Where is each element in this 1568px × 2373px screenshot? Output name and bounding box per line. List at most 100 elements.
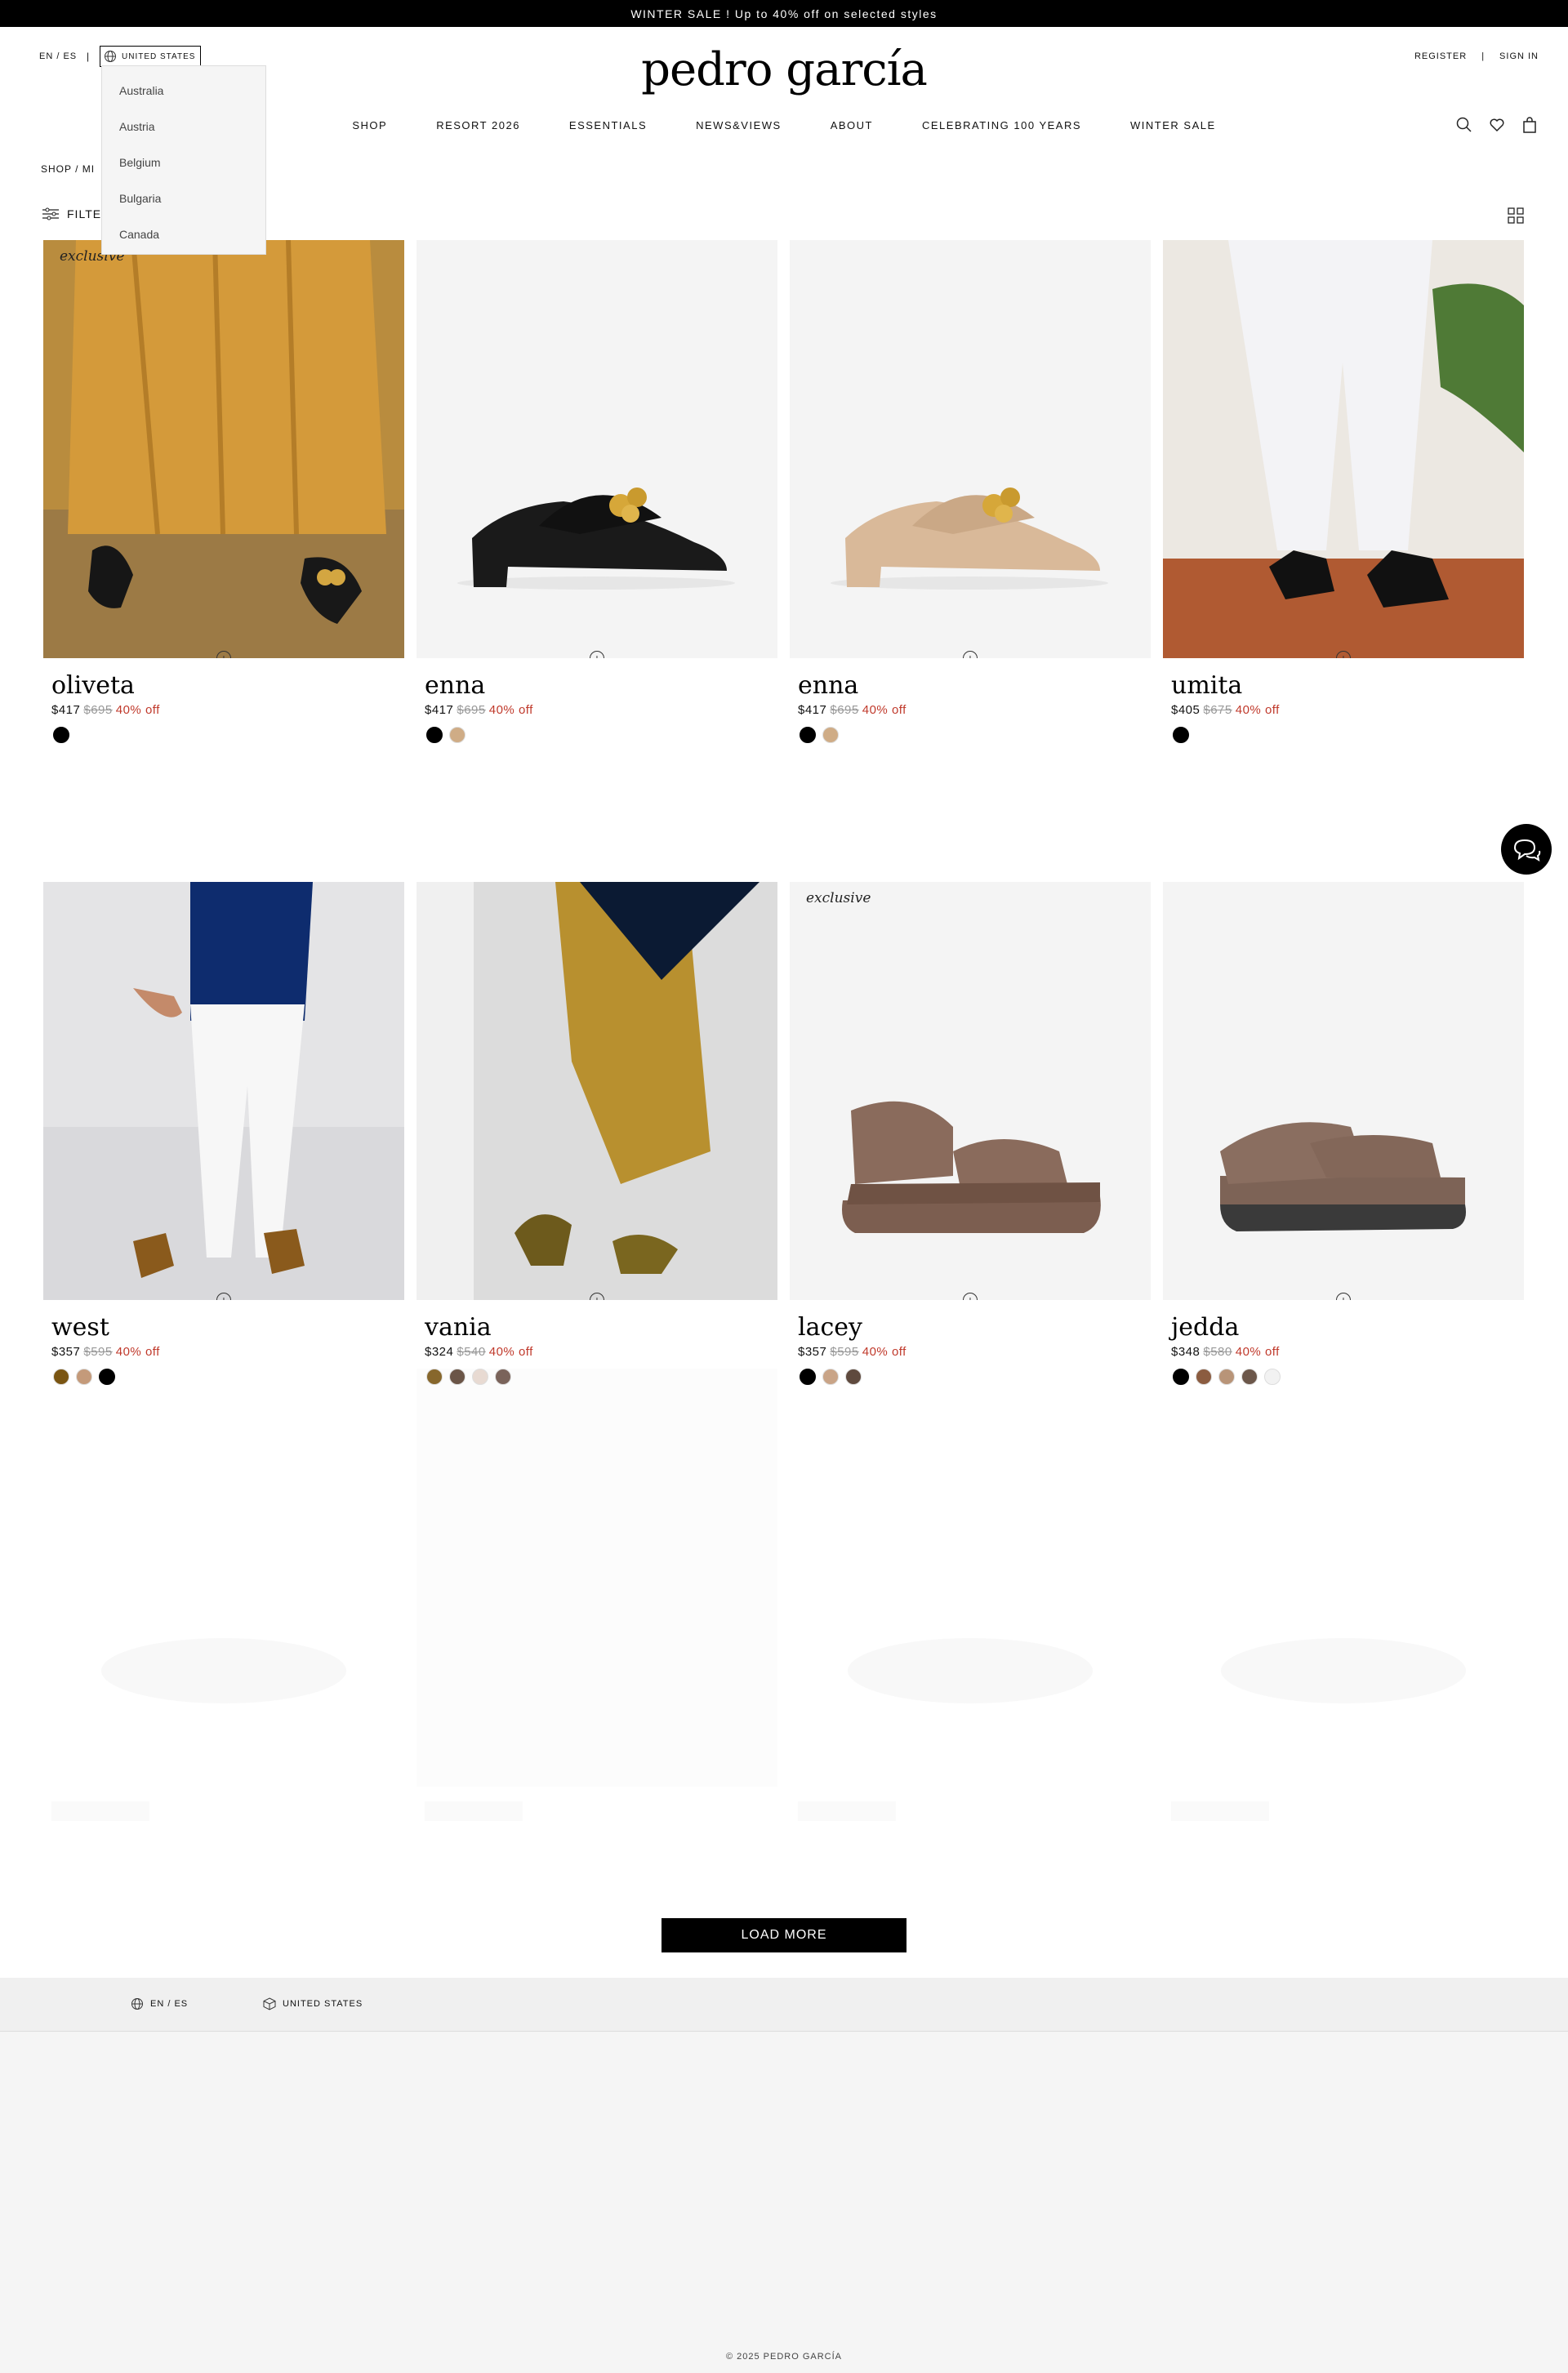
product-name[interactable]: oliveta [51, 671, 404, 700]
country-option[interactable]: Canada [102, 216, 265, 252]
product-image[interactable]: + [416, 240, 777, 658]
original-price: $580 [1203, 1345, 1232, 1359]
product-image[interactable]: + [416, 882, 777, 1300]
color-swatches [53, 727, 404, 743]
product-prices: $417 $695 40% off [51, 703, 404, 717]
color-swatch[interactable] [53, 727, 69, 743]
color-swatch[interactable] [800, 727, 816, 743]
globe-icon [131, 1998, 143, 2010]
grid-view-icon[interactable] [1508, 207, 1524, 224]
product-image[interactable]: + [1163, 240, 1524, 658]
filter-icon [42, 207, 59, 220]
product-card[interactable]: + jedda $348 $580 40% off [1163, 882, 1524, 1385]
nav-item-essentials[interactable]: ESSENTIALS [569, 119, 647, 131]
color-swatches [800, 727, 1151, 743]
register-link[interactable]: REGISTER [1414, 51, 1467, 61]
color-swatch[interactable] [426, 727, 443, 743]
nav-item-shop[interactable]: SHOP [352, 119, 387, 131]
product-prices: $357 $595 40% off [51, 1345, 404, 1359]
sale-price: $417 [798, 703, 827, 717]
color-swatch[interactable] [449, 727, 466, 743]
country-option[interactable]: Austria [102, 109, 265, 145]
product-name[interactable]: enna [798, 671, 1151, 700]
footer-country-selector[interactable]: UNITED STATES [263, 1997, 363, 2010]
country-dropdown: Australia Austria Belgium Bulgaria Canad… [101, 65, 266, 255]
product-prices: $357 $595 40% off [798, 1345, 1151, 1359]
sign-in-link[interactable]: SIGN IN [1499, 51, 1539, 61]
nav-item-resort-2026[interactable]: RESORT 2026 [436, 119, 520, 131]
product-prices: $417 $695 40% off [798, 703, 1151, 717]
filter-button[interactable]: FILTER [42, 207, 110, 220]
original-price: $595 [83, 1345, 113, 1359]
promo-banner[interactable]: WINTER SALE ! Up to 40% off on selected … [0, 0, 1568, 27]
footer-language-switcher[interactable]: EN / ES [131, 1997, 188, 2010]
product-prices: $348 $580 40% off [1171, 1345, 1524, 1359]
discount-label: 40% off [115, 703, 160, 717]
search-icon[interactable] [1455, 116, 1473, 134]
product-image[interactable]: + [1163, 882, 1524, 1300]
product-image[interactable]: exclusive + [790, 882, 1151, 1300]
original-price: $695 [830, 703, 859, 717]
footer-language-label: EN / ES [150, 1999, 189, 2009]
color-swatch[interactable] [822, 727, 839, 743]
country-option[interactable]: Belgium [102, 145, 265, 180]
color-swatches [426, 727, 777, 743]
product-prices: $405 $675 40% off [1171, 703, 1524, 717]
discount-label: 40% off [488, 703, 533, 717]
nav-item-about[interactable]: ABOUT [831, 119, 873, 131]
discount-label: 40% off [862, 703, 906, 717]
original-price: $540 [457, 1345, 486, 1359]
product-name[interactable]: jedda [1171, 1313, 1524, 1342]
sale-price: $417 [425, 703, 454, 717]
original-price: $695 [457, 703, 486, 717]
nav-item-winter-sale[interactable]: WINTER SALE [1130, 119, 1216, 131]
discount-label: 40% off [115, 1345, 160, 1359]
discount-label: 40% off [1235, 1345, 1280, 1359]
nav-item-celebrating-100-years[interactable]: CELEBRATING 100 YEARS [922, 119, 1081, 131]
original-price: $675 [1203, 703, 1232, 717]
country-option[interactable]: Australia [102, 73, 265, 109]
promo-text: WINTER SALE ! Up to 40% off on selected … [630, 7, 938, 20]
bag-icon[interactable] [1521, 116, 1539, 134]
product-image[interactable]: exclusive + [43, 240, 404, 658]
product-name[interactable]: west [51, 1313, 404, 1342]
sale-price: $357 [51, 1345, 81, 1359]
color-swatch[interactable] [1173, 727, 1189, 743]
header-icons [1455, 116, 1539, 134]
original-price: $695 [83, 703, 113, 717]
account-links: REGISTER | SIGN IN [1414, 51, 1539, 61]
product-card[interactable]: + umita $405 $675 40% off [1163, 240, 1524, 743]
color-swatches [1173, 727, 1524, 743]
product-card[interactable]: + enna $417 $695 40% off [790, 240, 1151, 743]
product-image[interactable]: + [790, 240, 1151, 658]
discount-label: 40% off [862, 1345, 906, 1359]
discount-label: 40% off [488, 1345, 533, 1359]
loading-products-row [43, 1369, 1526, 1875]
sale-price: $417 [51, 703, 81, 717]
box-icon [263, 1997, 276, 2010]
nav-item-news-views[interactable]: NEWS&VIEWS [696, 119, 782, 131]
sale-price: $324 [425, 1345, 454, 1359]
product-card[interactable]: + vania $324 $540 40% off [416, 882, 777, 1385]
product-prices: $417 $695 40% off [425, 703, 777, 717]
country-option[interactable]: Bulgaria [102, 180, 265, 216]
product-grid: exclusive + oliveta $417 $695 40% off + en… [43, 240, 1526, 1385]
product-name[interactable]: lacey [798, 1313, 1151, 1342]
chat-button[interactable] [1501, 824, 1552, 875]
footer-country-label: UNITED STATES [283, 1999, 363, 2009]
heart-icon[interactable] [1488, 116, 1506, 134]
footer [0, 2032, 1568, 2373]
product-card[interactable]: exclusive + lacey $357 $595 40% off [790, 882, 1151, 1385]
breadcrumb[interactable]: SHOP / MI [41, 163, 95, 175]
product-image[interactable]: + [43, 882, 404, 1300]
sale-price: $357 [798, 1345, 827, 1359]
product-card[interactable]: + enna $417 $695 40% off [416, 240, 777, 743]
product-card[interactable]: + west $357 $595 40% off [43, 882, 404, 1385]
product-name[interactable]: enna [425, 671, 777, 700]
product-name[interactable]: vania [425, 1313, 777, 1342]
product-card[interactable]: exclusive + oliveta $417 $695 40% off [43, 240, 404, 743]
load-more-button[interactable]: LOAD MORE [662, 1918, 906, 1952]
exclusive-badge: exclusive [806, 890, 871, 906]
discount-label: 40% off [1235, 703, 1280, 717]
product-name[interactable]: umita [1171, 671, 1524, 700]
